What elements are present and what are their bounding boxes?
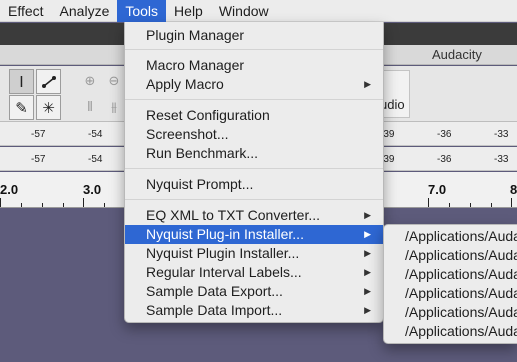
- submenu-arrow-icon: ▶: [364, 79, 371, 89]
- ruler-tick: [449, 203, 450, 207]
- fit-project-icon[interactable]: ⫵: [102, 95, 126, 119]
- ruler-tick: [491, 203, 492, 207]
- menu-item-label: EQ XML to TXT Converter...: [146, 207, 321, 223]
- submenu-arrow-icon: ▶: [364, 305, 371, 315]
- ruler-tick: [21, 203, 22, 207]
- menu-item-run-benchmark[interactable]: Run Benchmark...: [125, 144, 383, 163]
- menu-item-regular-interval-labels[interactable]: Regular Interval Labels... ▶: [125, 263, 383, 282]
- tools-menu: Plugin Manager Macro Manager Apply Macro…: [124, 22, 384, 323]
- nyquist-installer-submenu: /Applications/Audacity /Applications/Aud…: [383, 224, 517, 344]
- menu-tools[interactable]: Tools: [117, 0, 167, 22]
- submenu-arrow-icon: ▶: [364, 210, 371, 220]
- envelope-tool-icon[interactable]: [36, 69, 61, 94]
- submenu-arrow-icon: ▶: [364, 267, 371, 277]
- menu-effect[interactable]: Effect: [0, 0, 52, 22]
- menu-item-label: Nyquist Plugin Installer...: [146, 245, 300, 261]
- ruler-tick: [104, 203, 105, 207]
- menu-item-apply-macro[interactable]: Apply Macro ▶: [125, 75, 383, 94]
- ruler-label: 7.0: [428, 182, 447, 197]
- menu-analyze[interactable]: Analyze: [52, 0, 118, 22]
- window-title: Audacity: [432, 47, 482, 62]
- meter-tick-label: -54: [88, 154, 103, 165]
- menu-item-label: Nyquist Prompt...: [146, 176, 254, 192]
- ruler-tick: [42, 203, 43, 207]
- meter-tick-label: -33: [494, 154, 509, 165]
- menu-item-label: Screenshot...: [146, 126, 229, 142]
- fit-selection-icon[interactable]: ⫴: [78, 95, 102, 119]
- menu-item-nyquist-plugin-installer-hyphen[interactable]: Nyquist Plug-in Installer... ▶: [125, 225, 383, 244]
- menu-item-label: Regular Interval Labels...: [146, 264, 302, 280]
- submenu-arrow-icon: ▶: [364, 229, 371, 239]
- menu-item-label: Macro Manager: [146, 57, 245, 73]
- menu-item-label: Reset Configuration: [146, 107, 270, 123]
- menu-item-label: Apply Macro: [146, 76, 224, 92]
- menu-item-nyquist-prompt[interactable]: Nyquist Prompt...: [125, 175, 383, 194]
- menu-item-eq-xml-converter[interactable]: EQ XML to TXT Converter... ▶: [125, 206, 383, 225]
- ruler-tick: [428, 198, 429, 207]
- submenu-item-path[interactable]: /Applications/Audacity: [384, 322, 517, 341]
- menu-separator: [125, 168, 383, 169]
- ruler-label: 8: [510, 182, 517, 197]
- ruler-label: 3.0: [83, 182, 102, 197]
- menu-help[interactable]: Help: [166, 0, 211, 22]
- submenu-item-path[interactable]: /Applications/Audacity: [384, 246, 517, 265]
- meter-tick-label: -33: [494, 129, 509, 140]
- selection-tool-icon[interactable]: I: [9, 69, 34, 94]
- meter-tick-label: -36: [437, 154, 452, 165]
- pencil-icon[interactable]: ✎: [9, 95, 34, 120]
- zoom-in-icon[interactable]: ⊕: [78, 69, 102, 93]
- menu-item-screenshot[interactable]: Screenshot...: [125, 125, 383, 144]
- submenu-item-path[interactable]: /Applications/Audacity: [384, 227, 517, 246]
- ruler-tick: [83, 198, 84, 207]
- submenu-item-path[interactable]: /Applications/Audacity: [384, 265, 517, 284]
- meter-tick-label: -57: [31, 129, 46, 140]
- menu-item-label: Nyquist Plug-in Installer...: [146, 226, 304, 242]
- ruler-tick: [0, 198, 1, 207]
- menu-bar: Effect Analyze Tools Help Window: [0, 0, 517, 22]
- menu-item-sample-data-import[interactable]: Sample Data Import... ▶: [125, 301, 383, 320]
- menu-window[interactable]: Window: [211, 0, 277, 22]
- submenu-item-path[interactable]: /Applications/Audacity: [384, 303, 517, 322]
- menu-item-nyquist-plugin-installer[interactable]: Nyquist Plugin Installer... ▶: [125, 244, 383, 263]
- meter-tick-label: -36: [437, 129, 452, 140]
- menu-separator: [125, 199, 383, 200]
- menu-item-macro-manager[interactable]: Macro Manager: [125, 56, 383, 75]
- menu-item-label: Sample Data Export...: [146, 283, 283, 299]
- submenu-arrow-icon: ▶: [364, 286, 371, 296]
- meter-tick-label: -54: [88, 129, 103, 140]
- menu-separator: [125, 49, 383, 50]
- menu-item-label: Sample Data Import...: [146, 302, 283, 318]
- menu-separator: [125, 99, 383, 100]
- meter-tick-label: -57: [31, 154, 46, 165]
- ruler-tick: [470, 203, 471, 207]
- menu-item-label: Run Benchmark...: [146, 145, 259, 161]
- submenu-item-path[interactable]: /Applications/Audacity: [384, 284, 517, 303]
- multi-tool-icon[interactable]: ✳: [36, 95, 61, 120]
- ruler-tick: [63, 203, 64, 207]
- menu-item-plugin-manager[interactable]: Plugin Manager: [125, 26, 383, 45]
- menu-item-sample-data-export[interactable]: Sample Data Export... ▶: [125, 282, 383, 301]
- ruler-label: 2.0: [0, 182, 19, 197]
- menu-item-reset-configuration[interactable]: Reset Configuration: [125, 106, 383, 125]
- zoom-out-icon[interactable]: ⊖: [102, 69, 126, 93]
- submenu-arrow-icon: ▶: [364, 248, 371, 258]
- menu-item-label: Plugin Manager: [146, 27, 245, 43]
- ruler-tick: [511, 198, 512, 207]
